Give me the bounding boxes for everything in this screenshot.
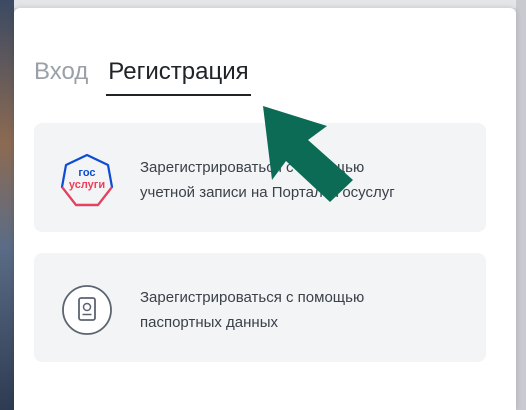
- passport-option-line1: Зарегистрироваться с помощью: [140, 289, 365, 306]
- gosuslugi-logo-text-bottom: услуги: [68, 179, 106, 191]
- page-backdrop-right: [516, 0, 526, 410]
- gosuslugi-logo-icon: гос услуги: [60, 153, 114, 207]
- gosuslugi-option-line1: Зарегистрироваться с помощью: [140, 159, 365, 176]
- gosuslugi-logo-text-top: гос: [78, 167, 96, 179]
- passport-option-line2: паспортных данных: [140, 314, 278, 331]
- register-via-passport-button[interactable]: Зарегистрироваться с помощью паспортных …: [34, 253, 486, 362]
- register-via-gosuslugi-button[interactable]: гос услуги Зарегистрироваться с помощью …: [34, 123, 486, 232]
- page-backdrop-top: [0, 0, 526, 8]
- passport-option-text: Зарегистрироваться с помощью паспортных …: [140, 285, 470, 335]
- auth-tabs: Вход Регистрация: [34, 58, 269, 98]
- tab-register[interactable]: Регистрация: [106, 58, 251, 96]
- page-backdrop-left: [0, 0, 14, 410]
- gosuslugi-option-line2: учетной записи на Портале Госуслуг: [140, 184, 395, 201]
- passport-icon: [60, 283, 114, 337]
- tab-login[interactable]: Вход: [34, 58, 88, 94]
- gosuslugi-option-text: Зарегистрироваться с помощью учетной зап…: [140, 155, 470, 205]
